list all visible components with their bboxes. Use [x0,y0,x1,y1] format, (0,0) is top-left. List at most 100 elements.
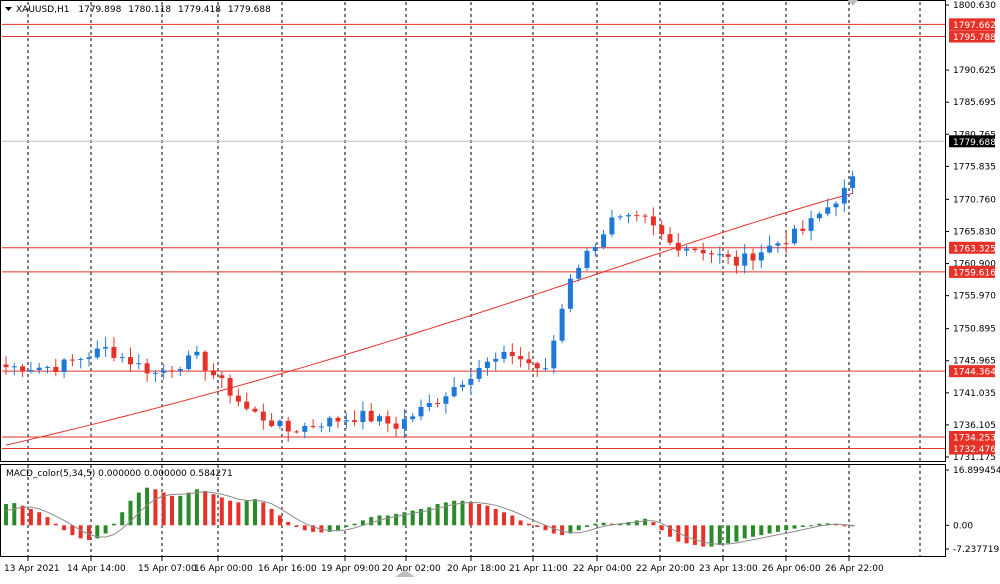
macd-bar [211,494,216,526]
main-chart-frame [0,0,946,462]
time-tick-label: 26 Apr 22:00 [825,564,884,574]
macd-bar [4,504,8,526]
candle-body [833,203,839,208]
candle-body [808,218,814,231]
macd-bar [294,525,299,527]
macd-bar [435,504,440,526]
candle-body [742,253,748,266]
macd-bar [194,489,199,526]
price-tick-label: 1736.105 [953,421,996,431]
candle-body [733,256,739,266]
candle-body [460,384,465,388]
price-tick-label: 1765.830 [953,227,996,237]
candle-body [377,416,382,422]
macd-bar [734,525,739,542]
candle-body [559,308,565,341]
candle-body [750,253,756,261]
macd-bar [111,523,116,526]
price-tick-label: 1775.835 [953,162,996,172]
candle-body [576,267,582,279]
macd-bar [460,500,465,526]
time-tick-label: 16 Apr 16:00 [258,564,317,574]
candle-body [509,351,515,357]
candle-body [634,215,640,217]
macd-bar [53,523,58,526]
macd-bar [485,505,490,526]
macd-bar [352,523,357,526]
macd-bar [302,525,307,531]
macd-bar [161,492,166,526]
candle-body [186,355,192,370]
candle-body [227,377,233,396]
candle-body [136,363,142,365]
candle-body [28,370,34,372]
candle-body [177,369,183,371]
candle-body [601,234,607,248]
candle-body [169,370,175,372]
macd-bar [560,525,565,536]
candle-body [61,359,67,372]
candle-body [684,248,690,251]
macd-bar [103,525,108,534]
price-tick-label: 1741.035 [953,389,996,399]
macd-bar [170,495,174,526]
candle-body [700,249,706,254]
candle-body [692,248,698,250]
low-value: 1779.418 [178,5,221,15]
candle-body [551,340,557,369]
macd-bar [253,499,257,526]
macd-bar [535,525,540,527]
macd-bar [601,522,606,526]
candle-body [418,406,424,417]
macd-bar [12,503,17,526]
macd-layer: 16.899454 0.00 -7.237719 [4,466,1000,555]
macd-bar [510,515,515,526]
price-tick-label: 1790.625 [953,66,996,76]
candle-body [20,366,26,372]
time-tick-label: 21 Apr 11:00 [509,564,568,574]
candle-body [642,215,648,217]
candle-body [543,368,548,370]
chart-canvas[interactable]: 16.899454 0.00 -7.237719 1800.630 1790.625 1… [0,0,1000,580]
macd-bar [344,525,349,527]
candle-body [343,420,349,422]
time-tick-label: 13 Apr 2021 [4,564,60,574]
macd-bar [153,489,158,526]
candle-body [385,416,391,424]
collapse-arrow-icon[interactable] [5,7,12,11]
price-tick-label: 1755.970 [953,292,996,302]
time-tick-label: 22 Apr 20:00 [636,564,695,574]
price-tick-label: 1785.695 [953,98,996,108]
candle-body [443,396,449,404]
candle-body [144,363,150,374]
chart-window: 16.899454 0.00 -7.237719 1800.630 1790.625 1… [0,0,1000,580]
macd-bar [20,505,25,526]
level-label-text: 1744.364 [953,368,996,378]
price-axis: 1800.6301790.6251785.6951780.7651775.835… [945,1,996,463]
macd-bar [651,522,656,526]
candle-body [119,357,125,359]
candle-body [211,370,216,376]
candle-body [244,401,250,409]
candle-body [128,357,133,365]
macd-bar [502,512,506,526]
macd-bar [186,492,191,526]
candle-body [667,234,673,243]
macd-bar [78,525,83,539]
candle-body [78,358,84,360]
time-tick-label: 23 Apr 13:00 [699,564,758,574]
candle-body [235,395,241,402]
candle-body [111,346,117,358]
macd-bar [585,525,589,527]
candle-body [501,351,507,359]
candle-body [626,215,631,217]
macd-bar [717,525,722,545]
candle-body [592,247,598,251]
macd-bar [136,492,141,526]
macd-bar [659,525,664,531]
candle-body [335,417,341,422]
candle-body [318,426,324,428]
current-price-text: 1779.688 [953,138,996,148]
candle-body [783,243,789,245]
candle-body [161,370,167,373]
